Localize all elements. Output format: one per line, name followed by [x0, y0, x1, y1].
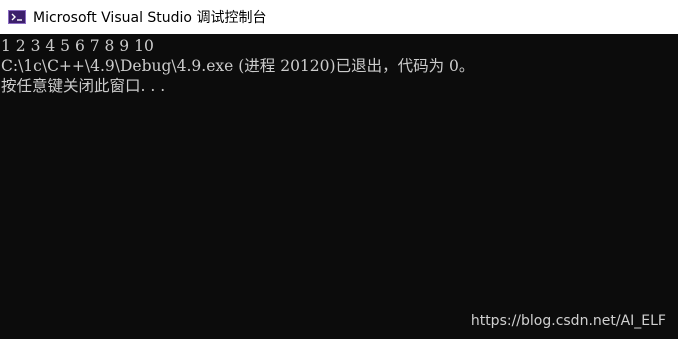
- console-line: 按任意键关闭此窗口. . .: [1, 77, 166, 95]
- console-icon: [8, 10, 26, 24]
- window-title: Microsoft Visual Studio 调试控制台: [33, 10, 267, 26]
- console-line: C:\1c\C++\4.9\Debug\4.9.exe (进程 20120)已退…: [1, 57, 475, 75]
- console-line: 1 2 3 4 5 6 7 8 9 10: [1, 37, 154, 55]
- console-window: Microsoft Visual Studio 调试控制台 1 2 3 4 5 …: [0, 0, 678, 339]
- title-bar[interactable]: Microsoft Visual Studio 调试控制台: [0, 0, 678, 34]
- watermark: https://blog.csdn.net/AI_ELF: [470, 313, 666, 329]
- console-output[interactable]: 1 2 3 4 5 6 7 8 9 10 C:\1c\C++\4.9\Debug…: [0, 35, 678, 339]
